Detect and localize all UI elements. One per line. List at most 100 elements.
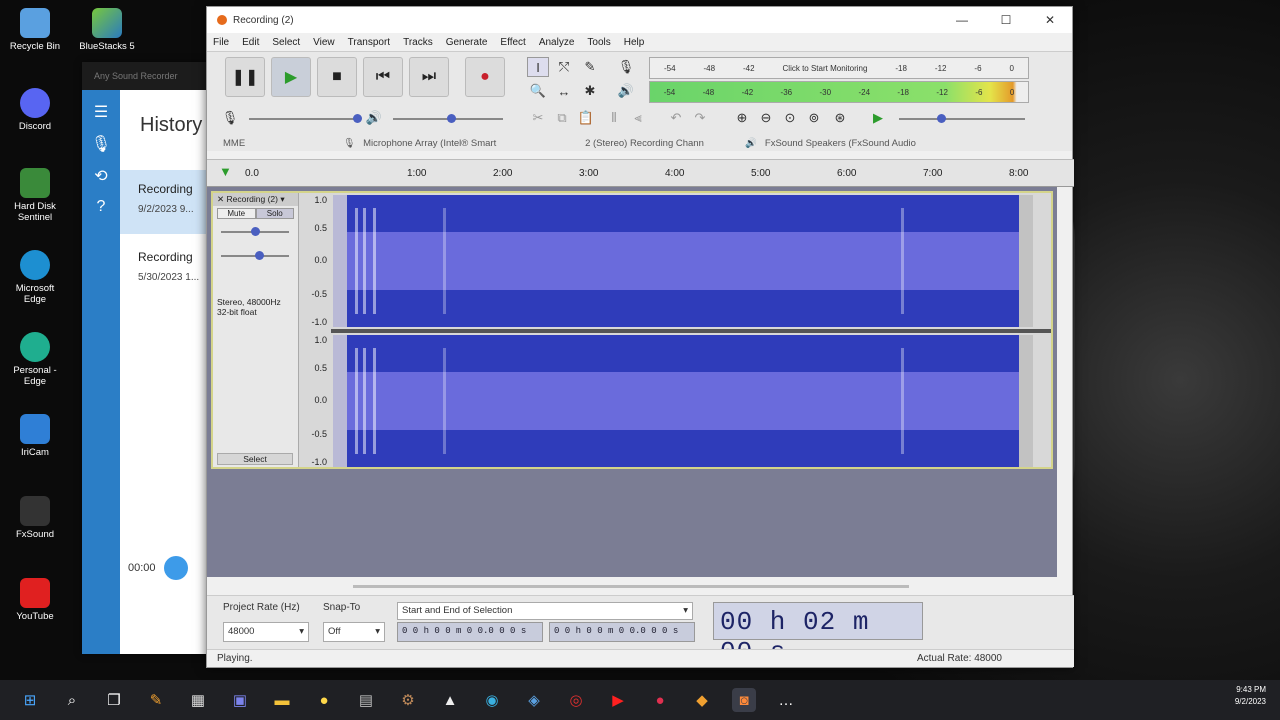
task-view-icon[interactable]: ❐ <box>102 688 126 712</box>
calculator-icon[interactable]: ▤ <box>354 688 378 712</box>
edge-icon[interactable]: ◉ <box>480 688 504 712</box>
channels-select[interactable]: 2 (Stereo) Recording Chann <box>585 138 745 149</box>
audacity-window[interactable]: Recording (2) — ☐ ✕ File Edit Select Vie… <box>206 6 1074 668</box>
playback-meter[interactable]: -54 -48 -42 -36 -30 -24 -18 -12 -6 0 <box>649 81 1029 103</box>
close-icon[interactable]: ✕ <box>1028 13 1072 27</box>
redo-icon[interactable]: ↷ <box>689 108 711 128</box>
horizontal-scrollbar[interactable] <box>353 585 909 588</box>
record-button[interactable]: ● <box>465 57 505 97</box>
menu-select[interactable]: Select <box>272 37 300 48</box>
solo-button[interactable]: Solo <box>255 208 294 219</box>
desktop-icon-discord[interactable]: Discord <box>6 88 64 132</box>
cut-icon[interactable]: ✂ <box>527 108 549 128</box>
stop-button[interactable]: ■ <box>317 57 357 97</box>
desktop-icon-recycle-bin[interactable]: Recycle Bin <box>6 8 64 52</box>
output-device-select[interactable]: FxSound Speakers (FxSound Audio <box>765 138 916 149</box>
desktop-icon-youtube[interactable]: YouTube <box>6 578 64 622</box>
paint-icon[interactable]: ✎ <box>144 688 168 712</box>
snap-to-select[interactable]: Off ▾ <box>323 622 385 642</box>
menu-edit[interactable]: Edit <box>242 37 259 48</box>
microphone-icon[interactable]: 🎙 <box>82 134 120 154</box>
envelope-tool-icon[interactable]: ⤲ <box>553 57 575 77</box>
screen-recorder-icon[interactable]: ● <box>648 688 672 712</box>
menu-view[interactable]: View <box>313 37 335 48</box>
paste-icon[interactable]: 📋 <box>575 108 597 128</box>
zoom-out-icon[interactable]: ⊖ <box>755 108 777 128</box>
menu-help[interactable]: Help <box>624 37 645 48</box>
maximize-icon[interactable]: ☐ <box>984 13 1028 27</box>
menu-file[interactable]: File <box>213 37 229 48</box>
desktop-icon-personal-edge[interactable]: Personal - Edge <box>6 332 64 387</box>
desktop-icon-iricam[interactable]: IriCam <box>6 414 64 458</box>
play-head-icon[interactable]: ▼ <box>219 164 232 179</box>
zoom-in-icon[interactable]: ⊕ <box>731 108 753 128</box>
recording-list-item[interactable]: Recording 5/30/2023 1... <box>120 238 212 302</box>
project-rate-select[interactable]: 48000 ▾ <box>223 622 309 642</box>
playback-volume-slider[interactable] <box>393 114 503 123</box>
draw-tool-icon[interactable]: ✎ <box>579 57 601 77</box>
audio-host-select[interactable]: MME <box>223 138 323 149</box>
search-icon[interactable]: ⌕ <box>60 688 84 712</box>
track-area[interactable]: ✕ Recording (2) ▾ Mute Solo Stereo, 4800… <box>207 187 1057 577</box>
menu-tools[interactable]: Tools <box>587 37 610 48</box>
ms-app-icon[interactable]: ◈ <box>522 688 546 712</box>
selection-tool-icon[interactable]: I <box>527 57 549 77</box>
bulb-icon[interactable]: ● <box>312 688 336 712</box>
pan-slider[interactable] <box>221 251 289 260</box>
play-button[interactable]: ▶ <box>271 57 311 97</box>
skip-to-start-button[interactable]: ⏮ <box>363 57 403 97</box>
playback-meter-icon[interactable]: 🔊 <box>615 81 637 101</box>
minimize-icon[interactable]: — <box>940 13 984 27</box>
system-tray-clock[interactable]: 9:43 PM 9/2/2023 <box>1235 684 1266 708</box>
recording-list-item[interactable]: Recording 9/2/2023 9... <box>120 170 212 234</box>
play-speed-slider[interactable] <box>899 114 1025 123</box>
recording-meter[interactable]: -54 -48 -42 Click to Start Monitoring -1… <box>649 57 1029 79</box>
pause-button[interactable]: ❚❚ <box>225 57 265 97</box>
playback-slider-handle[interactable] <box>164 556 188 580</box>
vlc-icon[interactable]: ▲ <box>438 688 462 712</box>
track-name-menu[interactable]: ✕ Recording (2) ▾ <box>213 193 298 206</box>
youtube-icon[interactable]: ▶ <box>606 688 630 712</box>
history-icon[interactable]: ⟲ <box>82 166 120 186</box>
desktop-icon-hard-disk-sentinel[interactable]: Hard Disk Sentinel <box>6 168 64 223</box>
start-icon[interactable]: ⊞ <box>18 688 42 712</box>
input-device-select[interactable]: Microphone Array (Intel® Smart <box>363 138 585 149</box>
waveform-right-channel[interactable] <box>333 335 1033 467</box>
time-shift-tool-icon[interactable]: ↔ <box>553 81 575 101</box>
selection-mode-select[interactable]: Start and End of Selection ▾ <box>397 602 693 620</box>
sound-recorder-window[interactable]: Any Sound Recorder ☰ 🎙 ⟲ ? History Recor… <box>82 62 212 654</box>
click-to-start-monitoring[interactable]: Click to Start Monitoring <box>783 64 868 73</box>
copy-icon[interactable]: ⧉ <box>551 108 573 128</box>
teams-icon[interactable]: ▣ <box>228 688 252 712</box>
fit-project-icon[interactable]: ⊚ <box>803 108 825 128</box>
fit-selection-icon[interactable]: ⊙ <box>779 108 801 128</box>
photos-icon[interactable]: ◆ <box>690 688 714 712</box>
waveform-left-channel[interactable] <box>333 195 1033 327</box>
store-icon[interactable]: ▦ <box>186 688 210 712</box>
audio-track[interactable]: ✕ Recording (2) ▾ Mute Solo Stereo, 4800… <box>211 191 1053 469</box>
record-icon[interactable]: ◎ <box>564 688 588 712</box>
desktop-icon-edge[interactable]: Microsoft Edge <box>6 250 64 305</box>
zoom-tool-icon[interactable]: 🔍 <box>527 81 549 101</box>
menu-generate[interactable]: Generate <box>446 37 488 48</box>
trim-icon[interactable]: ⫴ <box>603 108 625 128</box>
gain-slider[interactable] <box>221 227 289 236</box>
selection-end-time[interactable]: 0 0 h 0 0 m 0 0.0 0 0 s <box>549 622 695 642</box>
recording-volume-slider[interactable] <box>249 114 362 123</box>
timeline-ruler[interactable]: ▼ 0.0 1:00 2:00 3:00 4:00 5:00 6:00 7:00… <box>207 159 1074 187</box>
silence-icon[interactable]: ⫷ <box>627 108 649 128</box>
menu-icon[interactable]: ☰ <box>82 102 120 122</box>
multi-tool-icon[interactable]: ✱ <box>579 81 601 101</box>
selection-start-time[interactable]: 0 0 h 0 0 m 0 0.0 0 0 s <box>397 622 543 642</box>
audacity-icon[interactable]: ◙ <box>732 688 756 712</box>
desktop-icon-bluestacks[interactable]: BlueStacks 5 <box>78 8 136 52</box>
undo-icon[interactable]: ↶ <box>665 108 687 128</box>
menu-effect[interactable]: Effect <box>500 37 525 48</box>
files-icon[interactable]: ▬ <box>270 688 294 712</box>
help-icon[interactable]: ? <box>82 198 120 216</box>
audio-position-display[interactable]: 00 h 02 m 00 s <box>713 602 923 667</box>
menu-transport[interactable]: Transport <box>348 37 390 48</box>
skip-to-end-button[interactable]: ⏭ <box>409 57 449 97</box>
mute-button[interactable]: Mute <box>217 208 256 219</box>
menu-tracks[interactable]: Tracks <box>403 37 433 48</box>
